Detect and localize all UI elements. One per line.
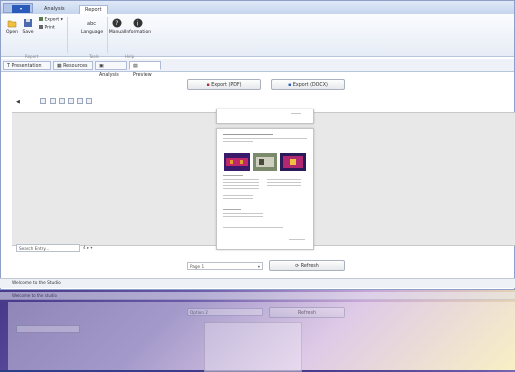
report-header-rule xyxy=(223,138,307,139)
help-icon: ? xyxy=(112,18,122,28)
four-page-icon[interactable] xyxy=(68,98,74,104)
report-preview[interactable] xyxy=(12,109,515,250)
report-text-line xyxy=(267,179,301,180)
svg-text:abc: abc xyxy=(87,21,96,27)
export-label: Export xyxy=(44,17,60,23)
ghost-refresh-label: Refresh xyxy=(297,311,317,316)
language-button[interactable]: abc Language xyxy=(79,18,105,35)
info-icon: i xyxy=(133,18,143,28)
page-footer-text xyxy=(291,113,301,114)
report-title-line xyxy=(223,134,273,135)
report-text-line xyxy=(267,185,301,186)
six-page-icon[interactable] xyxy=(77,98,83,104)
folder-icon xyxy=(7,20,17,28)
search-entry-field[interactable]: Search Entry... xyxy=(16,244,80,252)
report-text-line xyxy=(223,198,253,199)
thermal-image-1 xyxy=(224,153,250,171)
tab-resources[interactable]: ▦ Resources xyxy=(53,61,93,70)
refresh-button[interactable]: ⟳ Refresh xyxy=(269,260,345,271)
background-window: Welcome to the studio Option 2 Refresh xyxy=(0,292,515,372)
tab-analysis-view[interactable]: ▣ Analysis xyxy=(95,61,127,78)
single-page-icon[interactable] xyxy=(50,98,56,104)
preview-icon: ▤ xyxy=(133,64,138,69)
save-button[interactable]: Save xyxy=(21,18,35,35)
open-button[interactable]: Open xyxy=(5,18,19,35)
tab-analysis[interactable]: Analysis xyxy=(39,5,70,14)
report-text-line xyxy=(223,141,253,142)
refresh-label: Refresh xyxy=(300,264,319,269)
svg-text:?: ? xyxy=(115,20,118,27)
ghost-report-page xyxy=(204,322,302,372)
tab-analysis-label: Analysis xyxy=(99,73,119,78)
two-page-icon[interactable] xyxy=(59,98,65,104)
export-icon xyxy=(39,17,43,21)
report-section-heading xyxy=(223,209,241,210)
ribbon: Open Save Export ▾ Print abc Language ? … xyxy=(1,14,514,59)
tab-preview[interactable]: ▤ Preview xyxy=(129,61,161,78)
export-pdf-label: Export (PDF) xyxy=(211,83,242,88)
save-label: Save xyxy=(22,30,34,35)
report-text-line xyxy=(223,188,259,189)
report-text-line xyxy=(223,216,263,217)
zoom-icon[interactable] xyxy=(40,98,46,104)
title-bar: ▾ Analysis Report xyxy=(1,1,514,15)
report-text-line xyxy=(223,227,283,228)
report-page-previous xyxy=(216,109,314,124)
ghost-page-select: Option 2 xyxy=(187,308,263,316)
report-section-heading xyxy=(223,175,243,176)
ghost-refresh-button: Refresh xyxy=(269,307,345,318)
report-text-line xyxy=(267,182,301,183)
fit-page-icon[interactable] xyxy=(86,98,92,104)
page-select-value: Page 1 xyxy=(190,264,205,269)
export-docx-button[interactable]: ▪ Export (DOCX) xyxy=(271,79,345,90)
report-text-line xyxy=(223,179,259,180)
export-docx-label: Export (DOCX) xyxy=(292,83,328,88)
export-pdf-button[interactable]: ▪ Export (PDF) xyxy=(187,79,261,90)
ghost-search-field xyxy=(16,325,80,333)
file-menu-button[interactable]: ▾ xyxy=(12,5,30,13)
print-button[interactable]: Print xyxy=(39,25,63,31)
report-text-line xyxy=(223,195,253,196)
report-text-line xyxy=(223,185,259,186)
ghost-status-bar: Welcome to the studio xyxy=(0,292,515,300)
status-text: Welcome to the Studio xyxy=(12,281,61,286)
information-label: Information xyxy=(125,30,152,35)
view-tabs: T Presentation ▦ Resources ▣ Analysis ▤ … xyxy=(1,59,514,78)
thermal-image-2 xyxy=(280,153,306,171)
manual-button[interactable]: ? Manual xyxy=(108,18,126,35)
tab-presentation-label: Presentation xyxy=(11,64,42,69)
tab-resources-label: Resources xyxy=(63,64,88,69)
information-button[interactable]: i Information xyxy=(125,18,151,35)
export-button[interactable]: Export ▾ xyxy=(39,17,63,23)
ghost-status-text: Welcome to the studio xyxy=(12,293,57,298)
page-select[interactable]: Page 1 ▾ xyxy=(187,262,263,270)
photo-image xyxy=(253,153,277,171)
save-icon xyxy=(24,19,32,27)
printer-icon xyxy=(39,25,43,29)
print-label: Print xyxy=(44,25,55,31)
report-text-line xyxy=(223,213,263,214)
page-count-value: 4 xyxy=(83,245,86,250)
speaker-icon[interactable]: ◀ xyxy=(16,99,20,105)
tab-presentation[interactable]: T Presentation xyxy=(3,61,51,70)
page-footer-text xyxy=(289,239,305,240)
status-bar: Welcome to the Studio xyxy=(0,278,515,288)
page-count: 4 ▸ ▾ xyxy=(83,245,93,250)
ghost-page-select-value: Option 2 xyxy=(190,310,208,315)
manual-label: Manual xyxy=(108,30,126,35)
language-icon: abc xyxy=(87,21,96,27)
chevron-down-icon: ▾ xyxy=(257,264,260,269)
report-page xyxy=(216,128,314,250)
group-separator xyxy=(67,17,68,53)
tab-preview-label: Preview xyxy=(133,73,152,78)
analysis-icon: ▣ xyxy=(99,64,104,69)
report-text-line xyxy=(223,182,259,183)
language-label: Language xyxy=(80,30,104,35)
open-label: Open xyxy=(5,30,19,35)
